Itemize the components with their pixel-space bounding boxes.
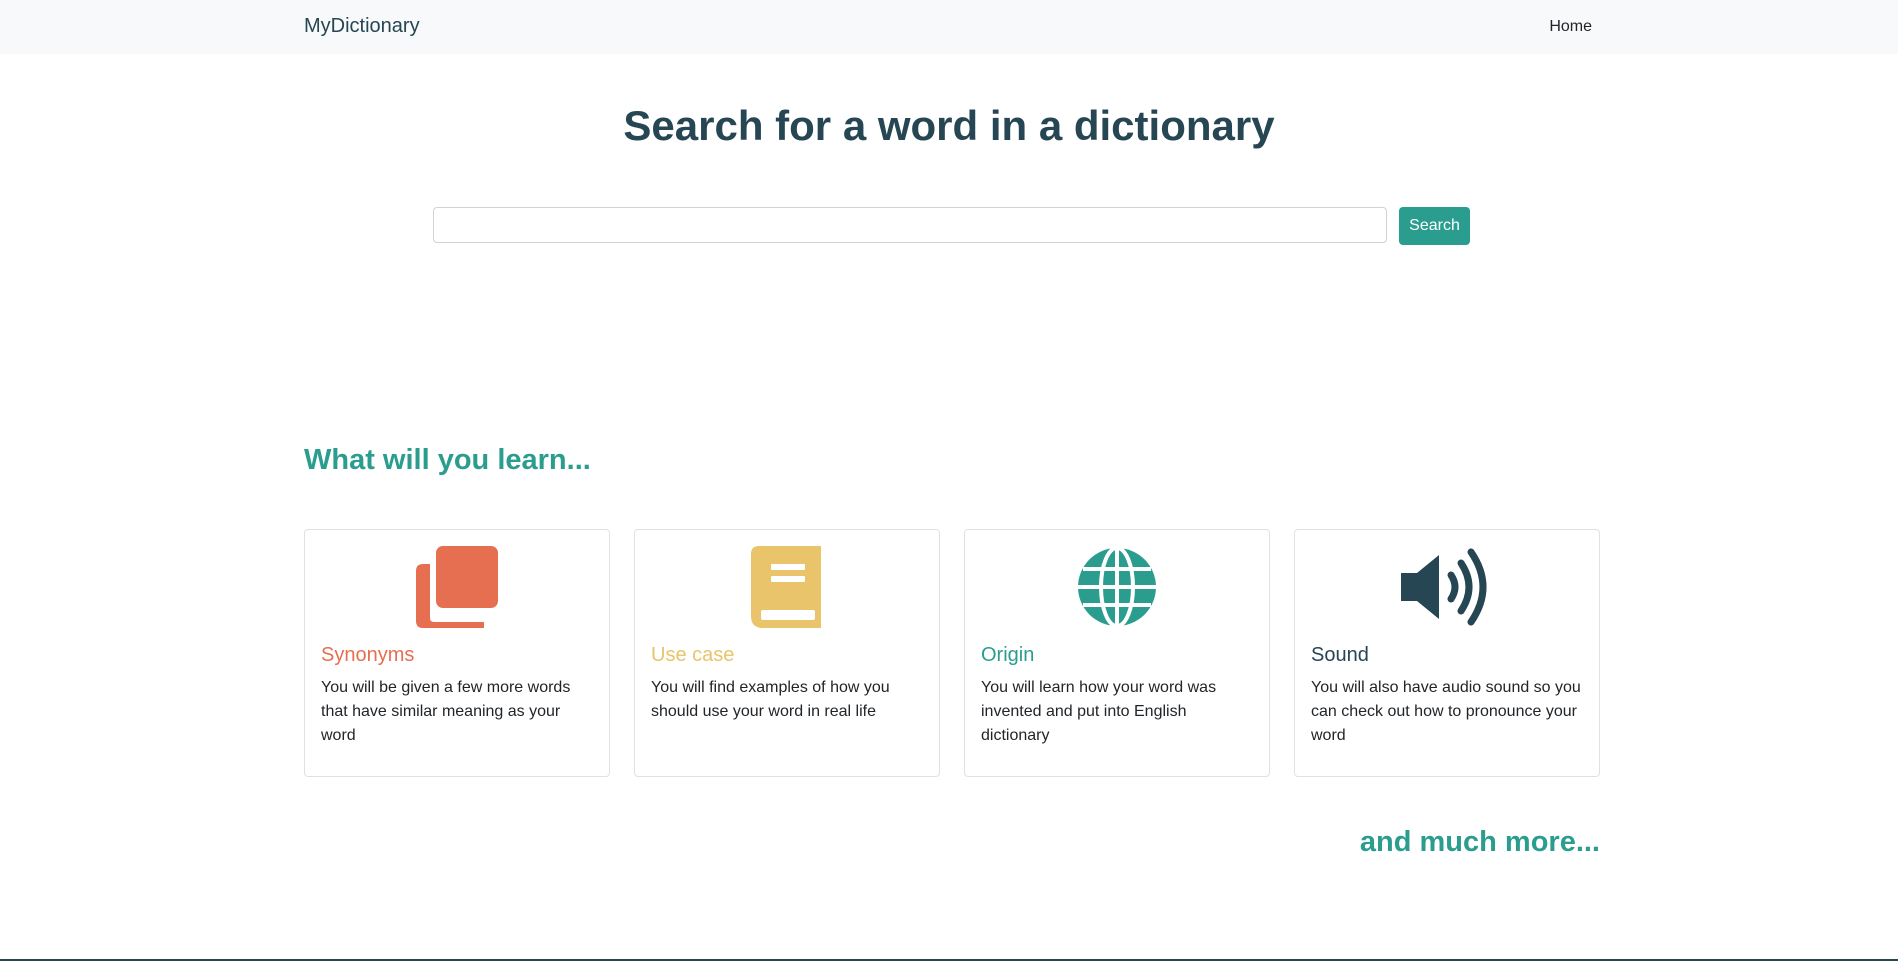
- feature-card-origin: Origin You will learn how your word was …: [964, 529, 1270, 777]
- nav-link-home[interactable]: Home: [1549, 18, 1592, 36]
- navbar: MyDictionary Home: [0, 0, 1898, 54]
- feature-card-sound: Sound You will also have audio sound so …: [1294, 529, 1600, 777]
- card-text: You will find examples of how you should…: [651, 679, 890, 720]
- card-title: Synonyms: [321, 644, 415, 666]
- section-title: What will you learn...: [304, 444, 591, 476]
- card-text: You will also have audio sound so you ca…: [1311, 679, 1581, 744]
- card-title: Use case: [651, 644, 735, 666]
- search-button[interactable]: Search: [1399, 207, 1470, 245]
- volume-icon: [1295, 546, 1599, 628]
- book-icon: [635, 546, 939, 628]
- and-more-text: and much more...: [1359, 826, 1600, 858]
- page-title: Search for a word in a dictionary: [623, 102, 1275, 149]
- feature-card-synonyms: Synonyms You will be given a few more wo…: [304, 529, 610, 777]
- card-text: You will be given a few more words that …: [321, 679, 571, 744]
- copy-icon: [305, 546, 609, 628]
- card-title: Sound: [1311, 644, 1369, 666]
- globe-icon: [965, 546, 1269, 628]
- card-text: You will learn how your word was invente…: [981, 679, 1217, 744]
- brand-link[interactable]: MyDictionary: [304, 15, 420, 38]
- feature-card-use-case: Use case You will find examples of how y…: [634, 529, 940, 777]
- search-input[interactable]: [433, 207, 1387, 243]
- card-title: Origin: [981, 644, 1035, 666]
- feature-cards: Synonyms You will be given a few more wo…: [304, 529, 1600, 777]
